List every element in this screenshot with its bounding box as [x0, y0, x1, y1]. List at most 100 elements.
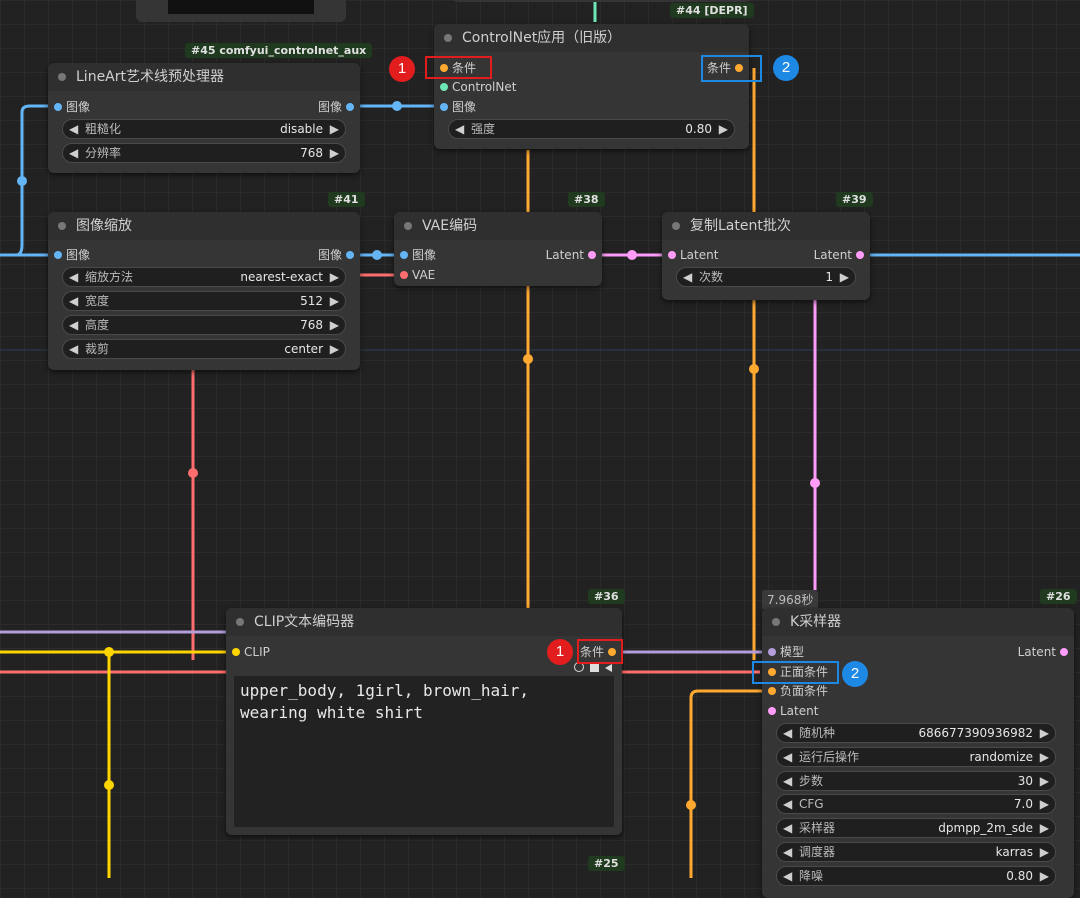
input-slot-image[interactable]: 图像 [438, 99, 476, 115]
slot-dot-icon[interactable] [54, 251, 62, 259]
arrow-left-icon[interactable]: ◀ [455, 120, 464, 138]
arrow-left-icon[interactable]: ◀ [69, 144, 78, 162]
slot-dot-icon[interactable] [768, 648, 776, 656]
image-scale-node[interactable]: 图像缩放 图像 图像 ◀ 缩放方法 nearest-exact ▶ ◀ 宽度 5… [48, 212, 360, 370]
arrow-left-icon[interactable]: ◀ [783, 843, 792, 861]
ksampler-node[interactable]: K采样器 模型 正面条件 负面条件 Latent Latent ◀ 随机种 68… [762, 608, 1074, 898]
arrow-right-icon[interactable]: ▶ [1040, 748, 1049, 766]
widget-strength[interactable]: ◀ 强度 0.80 ▶ [448, 119, 735, 139]
arrow-right-icon[interactable]: ▶ [1040, 867, 1049, 885]
widget-resolution[interactable]: ◀ 分辨率 768 ▶ [62, 143, 346, 163]
collapse-dot-icon[interactable] [772, 618, 780, 626]
arrow-left-icon[interactable]: ◀ [783, 724, 792, 742]
collapse-dot-icon[interactable] [236, 618, 244, 626]
node-title[interactable]: CLIP文本编码器 [226, 608, 622, 636]
arrow-right-icon[interactable]: ▶ [330, 292, 339, 310]
collapse-dot-icon[interactable] [58, 222, 66, 230]
widget-coarse[interactable]: ◀ 粗糙化 disable ▶ [62, 119, 346, 139]
arrow-left-icon[interactable]: ◀ [783, 867, 792, 885]
widget-denoise[interactable]: ◀ 降噪 0.80 ▶ [776, 866, 1056, 886]
arrow-right-icon[interactable]: ▶ [1040, 819, 1049, 837]
controlnet-apply-node[interactable]: ControlNet应用（旧版） 条件 ControlNet 图像 条件 ◀ 强… [434, 24, 749, 149]
node-title[interactable]: K采样器 [762, 608, 1074, 636]
output-slot-image[interactable]: 图像 [318, 99, 356, 115]
widget-steps[interactable]: ◀ 步数 30 ▶ [776, 771, 1056, 791]
slot-dot-icon[interactable] [400, 251, 408, 259]
widget-count[interactable]: ◀ 次数 1 ▶ [676, 267, 856, 287]
arrow-left-icon[interactable]: ◀ [783, 772, 792, 790]
node-title[interactable]: VAE编码 [394, 212, 602, 240]
input-slot-latent[interactable]: Latent [666, 247, 718, 263]
output-slot-image[interactable]: 图像 [318, 247, 356, 263]
widget-cfg[interactable]: ◀ CFG 7.0 ▶ [776, 794, 1056, 814]
arrow-left-icon[interactable]: ◀ [683, 268, 692, 286]
arrow-right-icon[interactable]: ▶ [719, 120, 728, 138]
collapse-dot-icon[interactable] [672, 222, 680, 230]
input-slot-latent[interactable]: Latent [766, 703, 818, 719]
slot-dot-icon[interactable] [232, 648, 240, 656]
arrow-right-icon[interactable]: ▶ [1040, 772, 1049, 790]
speaker-icon[interactable] [605, 664, 612, 672]
output-slot-latent[interactable]: Latent [814, 247, 866, 263]
slot-dot-icon[interactable] [588, 251, 596, 259]
arrow-left-icon[interactable]: ◀ [69, 340, 78, 358]
output-slot-latent[interactable]: Latent [546, 247, 598, 263]
slot-dot-icon[interactable] [768, 687, 776, 695]
lineart-node[interactable]: LineArt艺术线预处理器 图像 图像 ◀ 粗糙化 disable ▶ ◀ 分… [48, 63, 360, 173]
input-slot-vae[interactable]: VAE [398, 267, 435, 283]
collapse-dot-icon[interactable] [444, 34, 452, 42]
arrow-right-icon[interactable]: ▶ [1040, 724, 1049, 742]
widget-width[interactable]: ◀ 宽度 512 ▶ [62, 291, 346, 311]
arrow-right-icon[interactable]: ▶ [330, 120, 339, 138]
arrow-left-icon[interactable]: ◀ [69, 268, 78, 286]
slot-dot-icon[interactable] [400, 271, 408, 279]
arrow-right-icon[interactable]: ▶ [330, 268, 339, 286]
node-title[interactable]: 复制Latent批次 [662, 212, 870, 240]
vae-encode-node[interactable]: VAE编码 图像 VAE Latent [394, 212, 602, 286]
arrow-right-icon[interactable]: ▶ [330, 340, 339, 358]
arrow-right-icon[interactable]: ▶ [1040, 795, 1049, 813]
collapse-dot-icon[interactable] [404, 222, 412, 230]
latent-batch-node[interactable]: 复制Latent批次 Latent Latent ◀ 次数 1 ▶ [662, 212, 870, 300]
output-slot-latent[interactable]: Latent [1018, 644, 1070, 660]
prompt-textarea[interactable]: upper_body, 1girl, brown_hair, wearing w… [234, 676, 614, 827]
widget-sampler[interactable]: ◀ 采样器 dpmpp_2m_sde ▶ [776, 818, 1056, 838]
input-slot-model[interactable]: 模型 [766, 644, 804, 660]
input-slot-image[interactable]: 图像 [52, 99, 90, 115]
input-slot-image[interactable]: 图像 [398, 247, 436, 263]
slot-dot-icon[interactable] [346, 251, 354, 259]
node-title[interactable]: ControlNet应用（旧版） [434, 24, 749, 52]
node-title[interactable]: LineArt艺术线预处理器 [48, 63, 360, 91]
arrow-left-icon[interactable]: ◀ [69, 120, 78, 138]
arrow-left-icon[interactable]: ◀ [783, 819, 792, 837]
arrow-left-icon[interactable]: ◀ [783, 748, 792, 766]
image-preview-node[interactable] [136, 0, 346, 22]
widget-seed[interactable]: ◀ 随机种 686677390936982 ▶ [776, 723, 1056, 743]
arrow-right-icon[interactable]: ▶ [1040, 843, 1049, 861]
slot-dot-icon[interactable] [440, 103, 448, 111]
arrow-right-icon[interactable]: ▶ [330, 144, 339, 162]
slot-dot-icon[interactable] [54, 103, 62, 111]
slot-dot-icon[interactable] [346, 103, 354, 111]
arrow-left-icon[interactable]: ◀ [69, 292, 78, 310]
widget-scale-method[interactable]: ◀ 缩放方法 nearest-exact ▶ [62, 267, 346, 287]
input-slot-negative[interactable]: 负面条件 [766, 683, 828, 699]
slot-dot-icon[interactable] [440, 83, 448, 91]
arrow-right-icon[interactable]: ▶ [330, 316, 339, 334]
widget-height[interactable]: ◀ 高度 768 ▶ [62, 315, 346, 335]
input-slot-image[interactable]: 图像 [52, 247, 90, 263]
node-title[interactable]: 图像缩放 [48, 212, 360, 240]
collapse-dot-icon[interactable] [58, 73, 66, 81]
arrow-right-icon[interactable]: ▶ [840, 268, 849, 286]
slot-dot-icon[interactable] [768, 707, 776, 715]
checkbox-icon[interactable] [589, 663, 599, 672]
widget-crop[interactable]: ◀ 裁剪 center ▶ [62, 339, 346, 359]
slot-dot-icon[interactable] [668, 251, 676, 259]
widget-control-after[interactable]: ◀ 运行后操作 randomize ▶ [776, 747, 1056, 767]
slot-dot-icon[interactable] [856, 251, 864, 259]
input-slot-controlnet[interactable]: ControlNet [438, 79, 516, 95]
input-slot-clip[interactable]: CLIP [230, 644, 270, 660]
widget-scheduler[interactable]: ◀ 调度器 karras ▶ [776, 842, 1056, 862]
slot-dot-icon[interactable] [1060, 648, 1068, 656]
arrow-left-icon[interactable]: ◀ [69, 316, 78, 334]
